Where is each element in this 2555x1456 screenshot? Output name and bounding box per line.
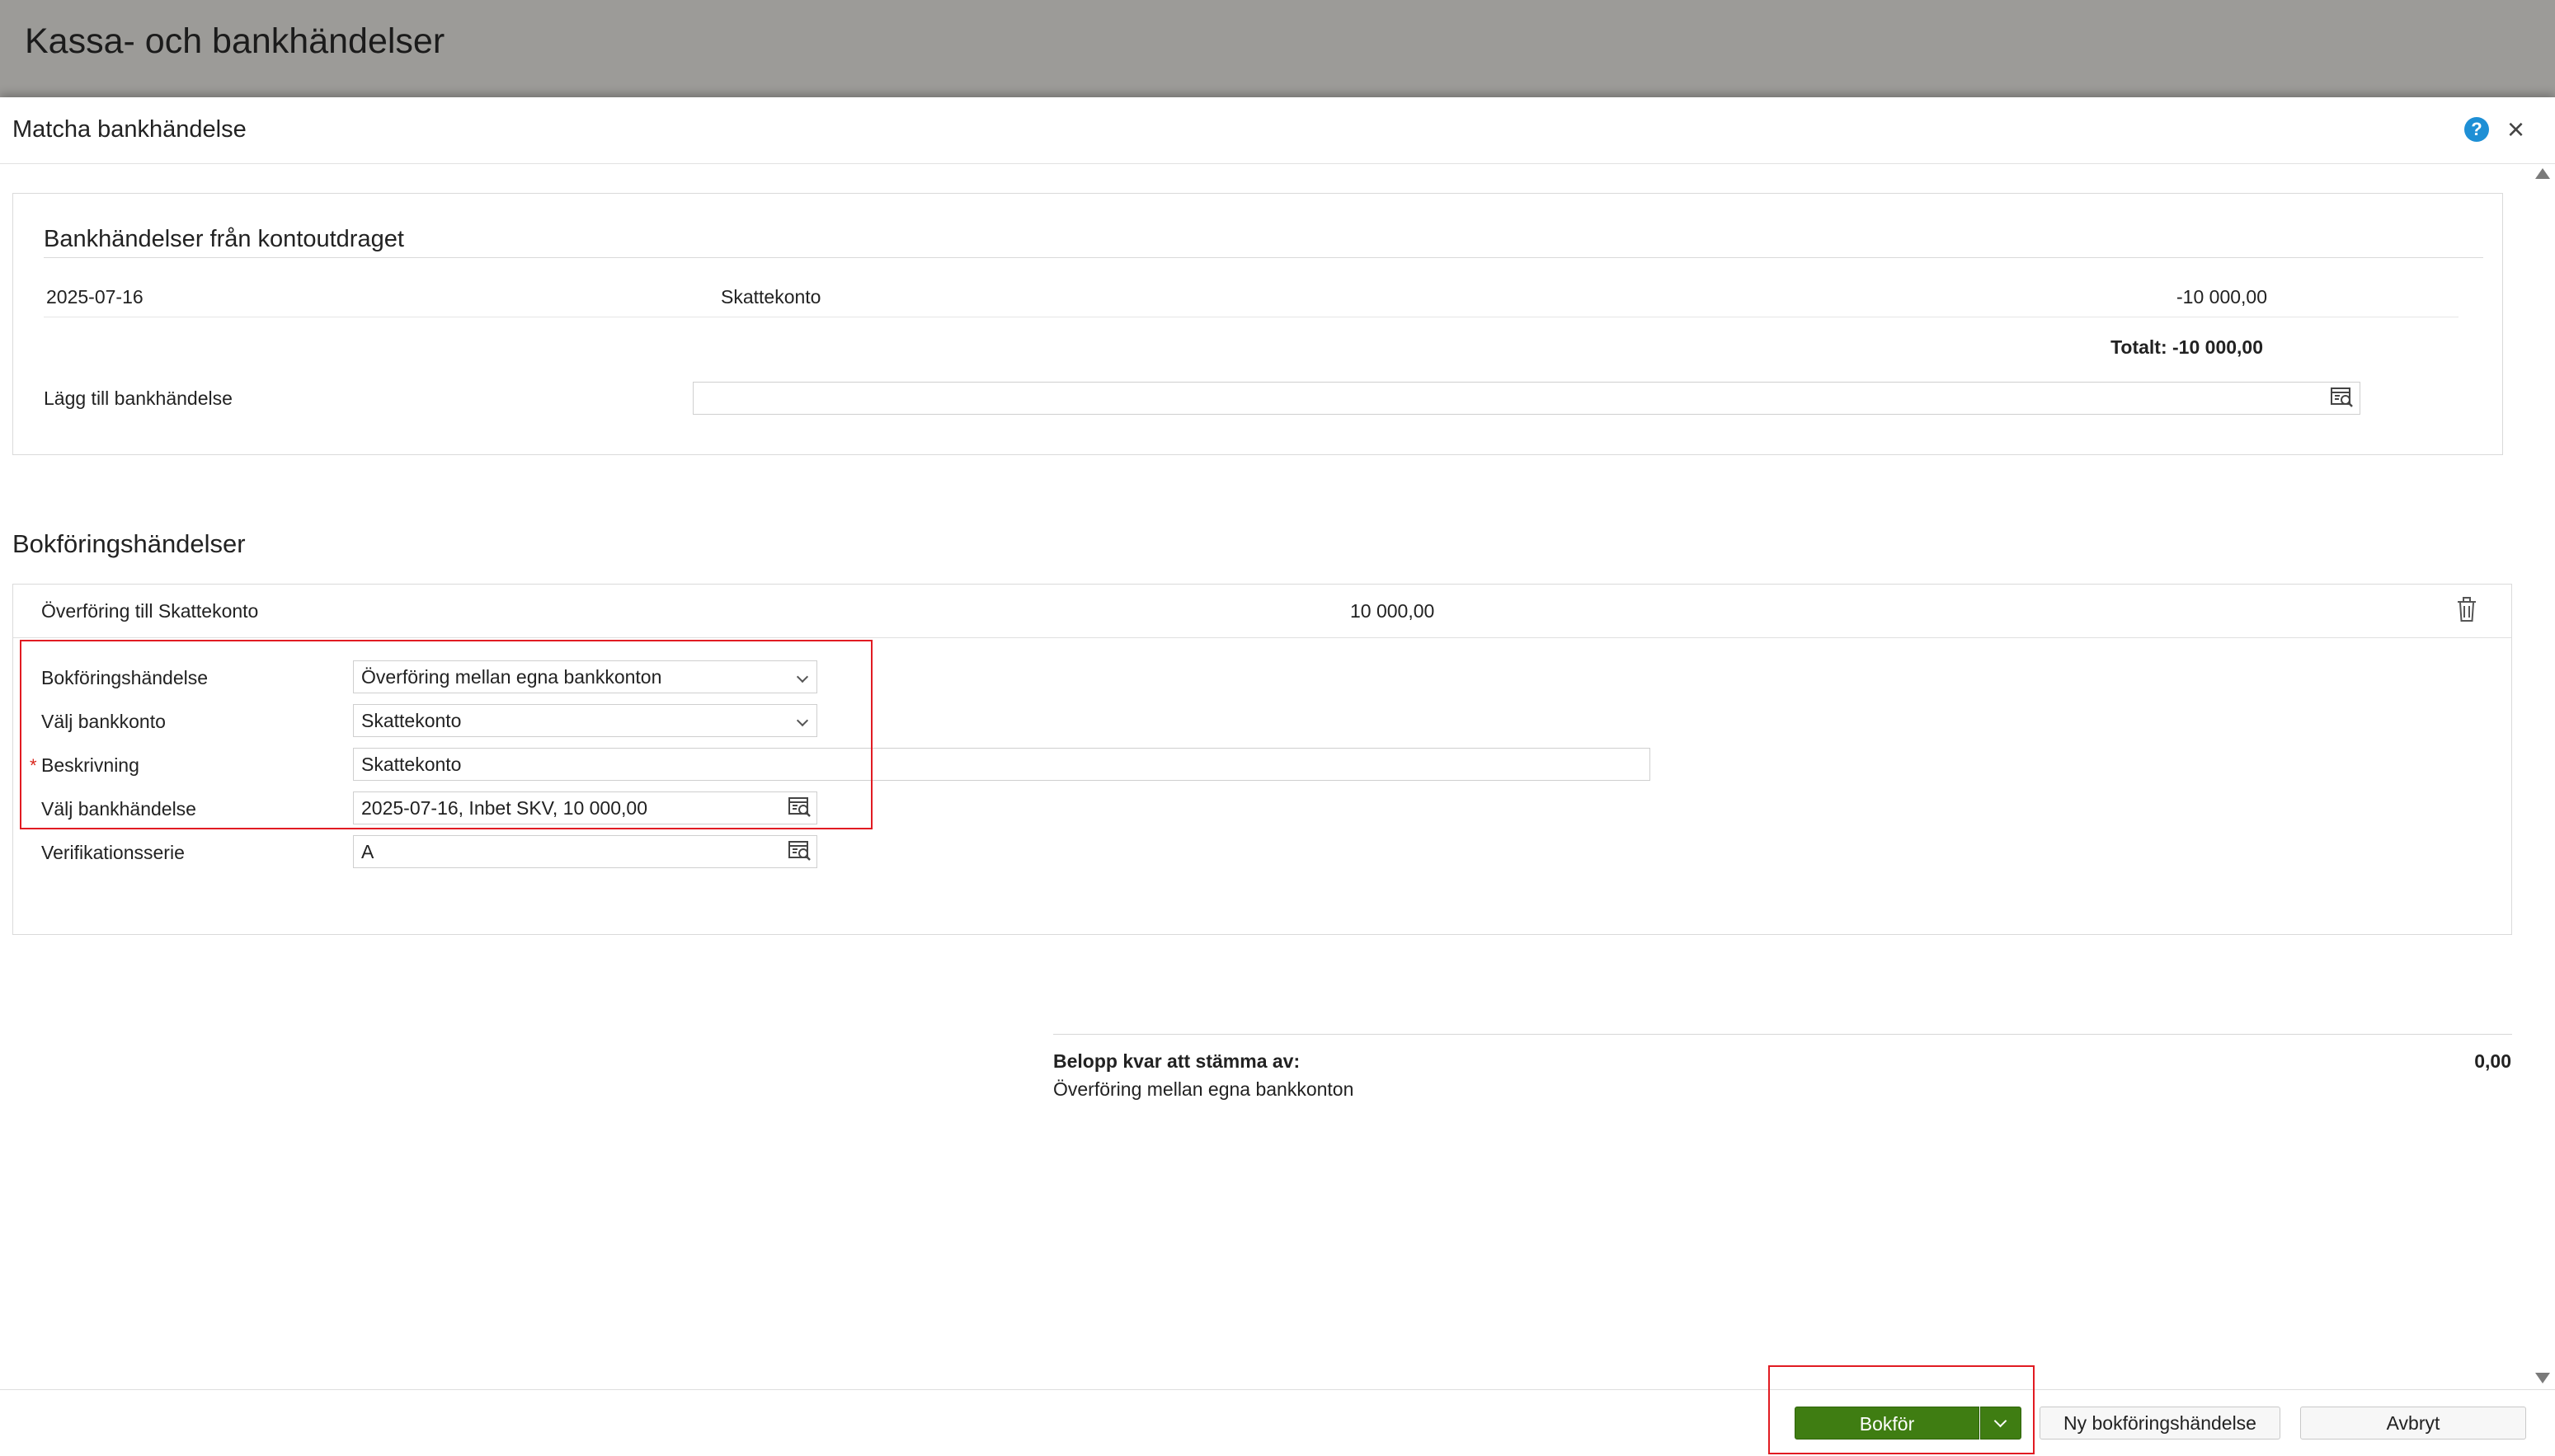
lookup-icon[interactable] bbox=[788, 841, 812, 861]
page-title: Kassa- och bankhändelser bbox=[25, 21, 445, 61]
remaining-amount-label: Belopp kvar att stämma av: bbox=[1053, 1050, 1301, 1072]
highlight-box bbox=[20, 640, 873, 829]
divider bbox=[0, 163, 2555, 164]
voucher-series-input[interactable]: A bbox=[353, 835, 817, 868]
new-booking-event-button[interactable]: Ny bokföringshändelse bbox=[2040, 1407, 2280, 1440]
booking-events-heading: Bokföringshändelser bbox=[12, 529, 246, 558]
voucher-series-label: Verifikationsserie bbox=[41, 842, 185, 863]
remaining-amount-description: Överföring mellan egna bankkonton bbox=[1053, 1078, 1354, 1100]
close-icon[interactable]: × bbox=[2507, 113, 2524, 146]
booking-event-amount: 10 000,00 bbox=[1350, 600, 1435, 622]
divider bbox=[1053, 1034, 2512, 1035]
bank-events-total: Totalt: -10 000,00 bbox=[2110, 336, 2263, 358]
scroll-up-arrow[interactable] bbox=[2535, 168, 2550, 179]
bank-event-date: 2025-07-16 bbox=[46, 286, 144, 308]
divider bbox=[44, 257, 2483, 258]
remaining-amount-value: 0,00 bbox=[2474, 1050, 2511, 1072]
dialog-title: Matcha bankhändelse bbox=[12, 116, 247, 143]
cancel-button[interactable]: Avbryt bbox=[2300, 1407, 2526, 1440]
lookup-icon[interactable] bbox=[2331, 387, 2354, 407]
add-bank-event-label: Lägg till bankhändelse bbox=[44, 387, 233, 409]
booking-event-title: Överföring till Skattekonto bbox=[41, 600, 259, 622]
bank-events-heading: Bankhändelser från kontoutdraget bbox=[44, 226, 404, 252]
bank-event-description: Skattekonto bbox=[721, 286, 821, 308]
help-icon[interactable]: ? bbox=[2464, 117, 2489, 142]
add-bank-event-input[interactable] bbox=[693, 382, 2360, 415]
divider bbox=[13, 637, 2511, 638]
bank-event-amount: -10 000,00 bbox=[2176, 286, 2267, 308]
highlight-box bbox=[1768, 1365, 2035, 1454]
scroll-down-arrow[interactable] bbox=[2535, 1373, 2550, 1383]
divider bbox=[0, 1389, 2555, 1390]
trash-icon[interactable] bbox=[2456, 596, 2477, 622]
